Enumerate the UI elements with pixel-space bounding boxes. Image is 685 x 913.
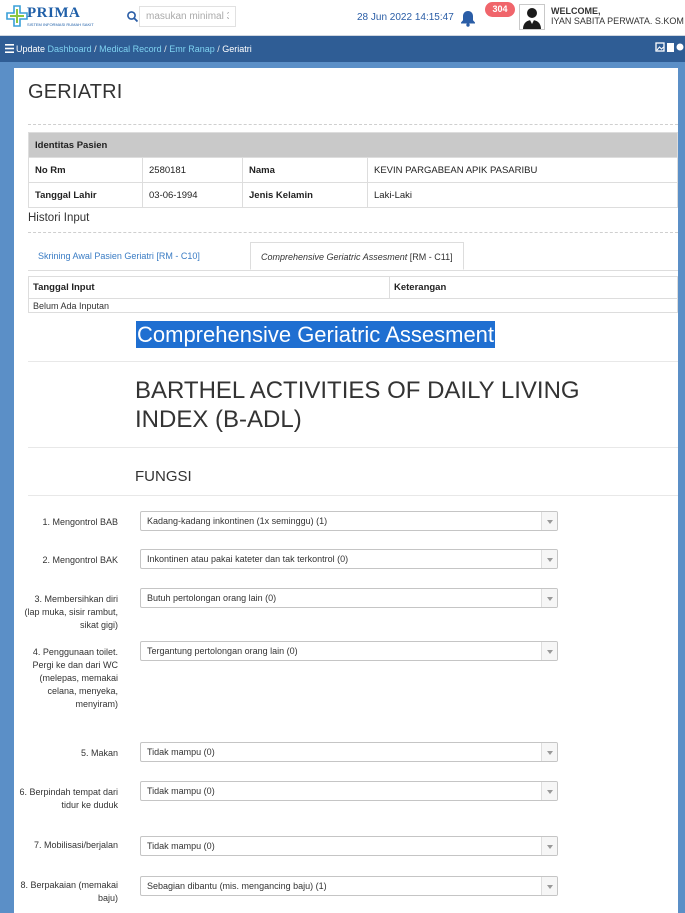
welcome-block[interactable]: WELCOME, IYAN SABITA PERWATA. S.KOM	[551, 6, 684, 26]
question-label-membersihkan-diri: 3. Membersihkan diri (lap muka, sisir ra…	[24, 594, 118, 630]
history-table: Tanggal Input Keterangan Belum Ada Input…	[28, 276, 678, 313]
settings-icon	[676, 43, 684, 51]
patient-section-title: Identitas Pasien	[28, 132, 678, 158]
breadcrumb-separator: /	[217, 44, 220, 54]
search-icon[interactable]	[126, 10, 140, 24]
divider	[28, 361, 678, 362]
print-icon	[667, 43, 674, 52]
divider	[28, 447, 678, 448]
chevron-down-icon	[541, 743, 557, 761]
prima-logo[interactable]: PRIMA SISTEM INFORMASI RUMAH SAKIT	[4, 3, 94, 31]
divider	[28, 124, 678, 125]
breadcrumb: Update Dashboard / Medical Record / Emr …	[16, 44, 252, 54]
bell-icon[interactable]	[460, 10, 476, 27]
divider	[28, 232, 678, 233]
chevron-down-icon	[541, 782, 557, 800]
select-mobilisasi[interactable]: Tidak mampu (0)	[140, 836, 558, 856]
column-tanggal-input: Tanggal Input	[28, 276, 390, 299]
question-label-makan: 5. Makan	[80, 748, 118, 758]
select-makan[interactable]: Tidak mampu (0)	[140, 742, 558, 762]
nama-label: Nama	[242, 157, 368, 183]
question-label-berpakaian: 8. Berpakaian (memakai baju)	[20, 880, 118, 903]
toolbar-icons[interactable]	[655, 42, 685, 54]
page-title: GERIATRI	[28, 81, 123, 103]
tab-comprehensive-geriatric[interactable]: Comprehensive Geriatric Assesment [RM - …	[250, 242, 464, 270]
column-keterangan: Keterangan	[389, 276, 678, 299]
breadcrumb-dashboard[interactable]: Dashboard	[48, 44, 92, 54]
chevron-down-icon	[541, 877, 557, 895]
user-icon	[523, 8, 541, 29]
question-label-mobilisasi: 7. Mobilisasi/berjalan	[33, 840, 118, 850]
breadcrumb-separator: /	[94, 44, 97, 54]
content-panel: GERIATRI Identitas Pasien No Rm 2580181 …	[14, 68, 678, 913]
tanggal-lahir-value: 03-06-1994	[142, 182, 243, 208]
chevron-down-icon	[541, 837, 557, 855]
chevron-down-icon	[541, 512, 557, 530]
nama-value: KEVIN PARGABEAN APIK PASARIBU	[367, 157, 678, 183]
select-penggunaan-toilet[interactable]: Tergantung pertolongan orang lain (0)	[140, 641, 558, 661]
chevron-down-icon	[541, 589, 557, 607]
select-value: Sebagian dibantu (mis. mengancing baju) …	[147, 881, 327, 891]
jenis-kelamin-value: Laki-Laki	[367, 182, 678, 208]
welcome-label: WELCOME,	[551, 6, 601, 16]
breadcrumb-bar: Update Dashboard / Medical Record / Emr …	[0, 36, 685, 62]
history-tabs: Skrining Awal Pasien Geriatri [RM - C10]…	[28, 242, 678, 271]
breadcrumb-current: Geriatri	[222, 44, 252, 54]
breadcrumb-separator: /	[164, 44, 167, 54]
divider	[28, 495, 678, 496]
no-rm-label: No Rm	[28, 157, 143, 183]
form-heading: Comprehensive Geriatric Assesment	[136, 321, 496, 348]
select-berpakaian[interactable]: Sebagian dibantu (mis. mengancing baju) …	[140, 876, 558, 896]
top-bar: PRIMA SISTEM INFORMASI RUMAH SAKIT 28 Ju…	[0, 0, 685, 36]
jenis-kelamin-label: Jenis Kelamin	[242, 182, 368, 208]
question-label-bab: 1. Mengontrol BAB	[42, 517, 118, 527]
breadcrumb-emr-ranap[interactable]: Emr Ranap	[169, 44, 215, 54]
chevron-down-icon	[541, 550, 557, 568]
select-membersihkan-diri[interactable]: Butuh pertolongan orang lain (0)	[140, 588, 558, 608]
chevron-down-icon	[541, 642, 557, 660]
cross-logo-icon	[6, 5, 28, 27]
logo-subtitle: SISTEM INFORMASI RUMAH SAKIT	[27, 22, 94, 27]
empty-row: Belum Ada Inputan	[28, 298, 678, 313]
history-title: Histori Input	[28, 212, 90, 224]
select-value: Kadang-kadang inkontinen (1x seminggu) (…	[147, 516, 328, 526]
select-mengontrol-bak[interactable]: Inkontinen atau pakai kateter dan tak te…	[140, 549, 558, 569]
question-label-penggunaan-toilet: 4. Penggunaan toilet. Pergi ke dan dari …	[32, 647, 118, 709]
menu-icon[interactable]	[5, 44, 14, 53]
question-label-bak: 2. Mengontrol BAK	[42, 555, 118, 565]
no-rm-value: 2580181	[142, 157, 243, 183]
select-value: Tergantung pertolongan orang lain (0)	[147, 646, 298, 656]
datetime: 28 Jun 2022 14:15:47	[357, 12, 454, 23]
breadcrumb-medical-record[interactable]: Medical Record	[99, 44, 162, 54]
select-value: Tidak mampu (0)	[147, 747, 215, 757]
tab-label-code: [RM - C11]	[407, 252, 453, 262]
notification-badge[interactable]: 304	[485, 2, 515, 17]
breadcrumb-title: Update	[16, 44, 46, 54]
tab-skrining-awal[interactable]: Skrining Awal Pasien Geriatri [RM - C10]	[38, 251, 200, 261]
tanggal-lahir-label: Tanggal Lahir	[28, 182, 143, 208]
search-input[interactable]	[139, 6, 236, 27]
select-berpindah[interactable]: Tidak mampu (0)	[140, 781, 558, 801]
select-value: Tidak mampu (0)	[147, 841, 215, 851]
question-label-berpindah: 6. Berpindah tempat dari tidur ke duduk	[19, 787, 118, 810]
patient-identity-table: Identitas Pasien No Rm 2580181 Nama KEVI…	[28, 132, 678, 208]
form-subheading: BARTHEL ACTIVITIES OF DAILY LIVING INDEX…	[135, 377, 580, 433]
select-value: Tidak mampu (0)	[147, 786, 215, 796]
select-value: Inkontinen atau pakai kateter dan tak te…	[147, 554, 349, 564]
logo-text: PRIMA	[27, 5, 81, 21]
select-value: Butuh pertolongan orang lain (0)	[147, 593, 277, 603]
avatar[interactable]	[519, 4, 545, 30]
tab-label-italic: Comprehensive Geriatric Assesment	[261, 252, 408, 262]
user-name: IYAN SABITA PERWATA. S.KOM	[551, 16, 684, 26]
section-fungsi: FUNGSI	[135, 468, 192, 485]
select-mengontrol-bab[interactable]: Kadang-kadang inkontinen (1x seminggu) (…	[140, 511, 558, 531]
